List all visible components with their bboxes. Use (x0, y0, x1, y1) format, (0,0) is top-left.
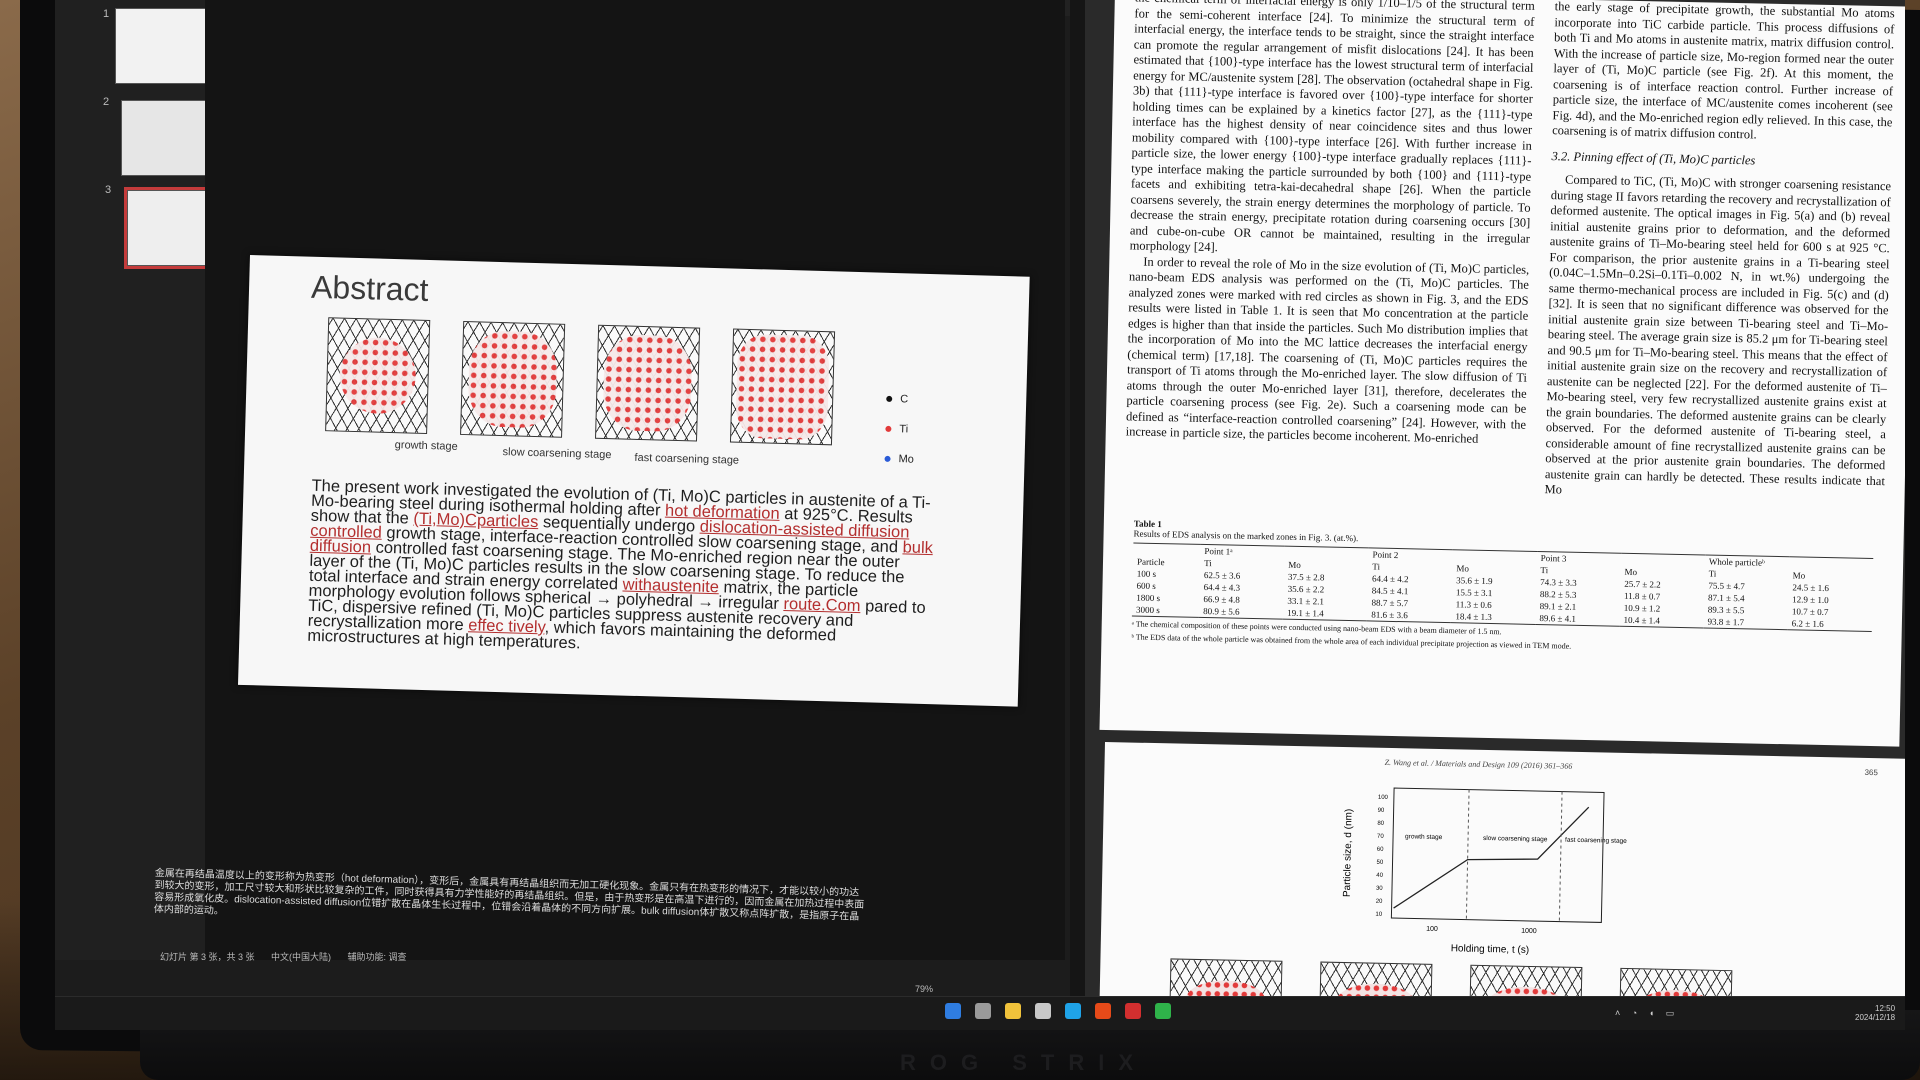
paragraph: the early stage of precipitate growth, t… (1552, 0, 1895, 142)
slide-count: 幻灯片 第 3 张，共 3 张 (160, 952, 255, 962)
plot-frame (1390, 787, 1605, 923)
lattice-diagram-growth (325, 317, 431, 435)
paragraph: the chemical term of interfacial energy … (1129, 0, 1535, 255)
taskbar-app-icon[interactable] (1035, 1003, 1051, 1019)
eds-results-table: Table 1 Results of EDS analysis on the m… (1131, 519, 1874, 658)
current-slide[interactable]: Abstract growth stage slow coarsening st… (237, 255, 1030, 707)
stage-label: growth stage (394, 439, 458, 453)
chevron-up-icon[interactable]: ˄ (1615, 1008, 1620, 1018)
legend-label: Ti (899, 423, 909, 436)
particle-size-figure: Particle size, d (nm) Holding time, t (s)… (1342, 787, 1627, 956)
stage-annotation: growth stage (1405, 833, 1443, 841)
x-axis-label: Holding time, t (s) (1451, 943, 1530, 956)
y-tick-label: 100 (1378, 795, 1389, 801)
carbon-dot-icon (886, 395, 893, 402)
lattice-diagram-slow-coarsening (460, 320, 566, 438)
slide-title: Abstract (310, 268, 429, 308)
taskbar-app-icon[interactable] (1155, 1003, 1171, 1019)
y-tick-label: 10 (1375, 912, 1382, 918)
y-tick-label: 40 (1376, 873, 1383, 879)
language-indicator[interactable]: 中文(中国大陆) (271, 952, 331, 962)
presentation-window: 1 2 3 Abstract growth stage slow coarsen… (55, 0, 1070, 1030)
y-tick-label: 80 (1377, 821, 1384, 827)
x-tick-label: 100 (1426, 926, 1438, 933)
pdf-viewer: the chemical term of interfacial energy … (1085, 0, 1905, 1030)
pdf-page: the chemical term of interfacial energy … (1099, 0, 1905, 747)
monitor-brand-logo: ROG STRIX (900, 1050, 1148, 1075)
monitor-screen: 1 2 3 Abstract growth stage slow coarsen… (55, 0, 1905, 1030)
titanium-dot-icon (885, 425, 892, 432)
paragraph: In order to reveal the role of Mo in the… (1125, 254, 1530, 446)
taskbar-app-icon[interactable] (1005, 1003, 1021, 1019)
pdf-page: Z. Wang et al. / Materials and Design 10… (1098, 742, 1905, 1030)
taskbar-app-icon[interactable] (1125, 1003, 1141, 1019)
section-heading: 3.2. Pinning effect of (Ti, Mo)C particl… (1551, 148, 1756, 167)
stage-divider (1465, 789, 1470, 920)
slide-thumbnail-pane: 1 2 3 (55, 0, 252, 960)
x-tick-label: 1000 (1521, 928, 1537, 935)
y-tick-label: 70 (1377, 834, 1384, 840)
wifi-icon[interactable]: ◔ (1632, 1008, 1637, 1018)
accessibility-indicator[interactable]: 辅助功能: 调查 (348, 952, 407, 962)
y-tick-label: 30 (1376, 886, 1383, 892)
legend-label: C (900, 393, 909, 406)
battery-icon[interactable]: ▭ (1666, 1008, 1675, 1018)
atom-legend: C Ti Mo (884, 393, 916, 484)
lattice-diagram-fast-coarsening-2 (729, 328, 836, 446)
y-tick-label: 50 (1376, 860, 1383, 866)
slide-number: 3 (105, 184, 112, 196)
lattice-diagram-fast-coarsening-1 (595, 324, 701, 442)
text-column-right: the early stage of precipitate growth, t… (1544, 0, 1894, 505)
taskbar-app-icon[interactable] (975, 1003, 991, 1019)
abstract-text[interactable]: The present work investigated the evolut… (307, 477, 941, 662)
y-tick-label: 20 (1376, 899, 1383, 905)
y-tick-label: 90 (1378, 808, 1385, 814)
stage-label: fast coarsening stage (634, 451, 740, 467)
y-axis-label: Particle size, d (nm) (1342, 809, 1355, 898)
taskbar-app-icon[interactable] (945, 1003, 961, 1019)
molybdenum-dot-icon (884, 455, 891, 462)
stage-label: slow coarsening stage (502, 446, 612, 462)
y-tick-label: 60 (1377, 847, 1384, 853)
taskbar-app-icon[interactable] (1065, 1003, 1081, 1019)
slide-number: 2 (103, 96, 110, 108)
taskbar-clock[interactable]: 12:50 2024/12/18 (1855, 1004, 1895, 1022)
stage-annotation: fast coarsening stage (1565, 837, 1627, 845)
taskbar-app-icon[interactable] (1095, 1003, 1111, 1019)
legend-label: Mo (898, 453, 914, 466)
slide-number: 1 (103, 8, 110, 20)
page-number: 365 (1864, 767, 1878, 778)
volume-icon[interactable]: ◖ (1649, 1008, 1654, 1018)
text-column-left: the chemical term of interfacial energy … (1126, 0, 1535, 448)
stage-annotation: slow coarsening stage (1483, 835, 1548, 843)
paragraph: Compared to TiC, (Ti, Mo)C with stronger… (1544, 172, 1892, 497)
status-bar: 幻灯片 第 3 张，共 3 张 中文(中国大陆) 辅助功能: 调查 (160, 950, 1060, 970)
system-tray[interactable]: ˄ ◔ ◖ ▭ (1615, 1008, 1683, 1019)
zoom-level[interactable]: 79% (915, 984, 933, 994)
stage-divider (1558, 791, 1563, 922)
